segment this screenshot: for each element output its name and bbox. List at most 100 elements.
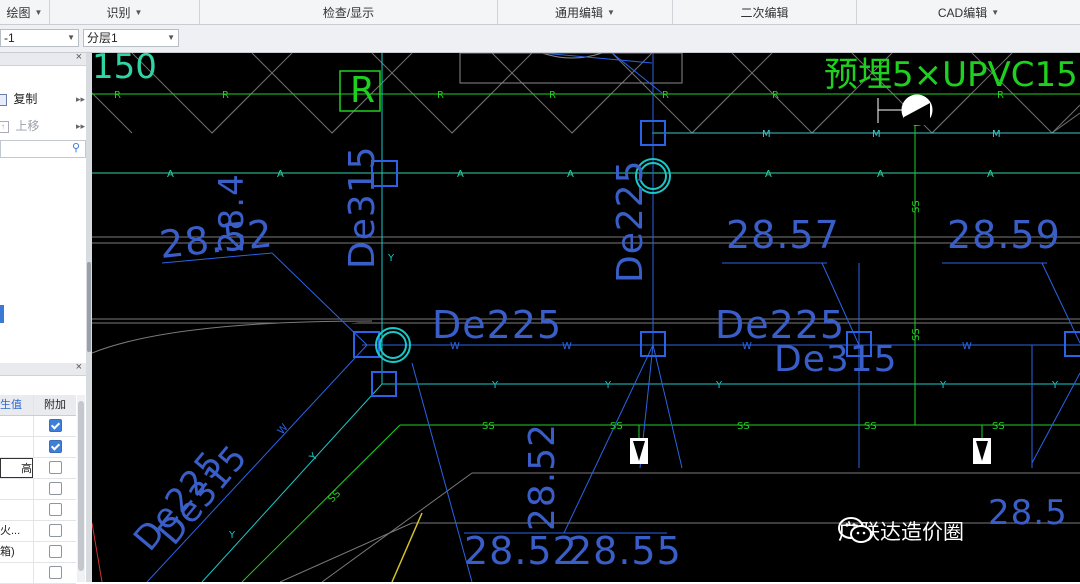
ribbon-cad-edit[interactable]: CAD编辑 ▼	[857, 0, 1080, 24]
cell-value[interactable]	[0, 500, 34, 520]
chevron-down-icon: ▼	[607, 7, 615, 17]
riser-lines	[271, 53, 1080, 582]
svg-text:Y: Y	[491, 380, 499, 391]
copy-button[interactable]: 复制 ▸▸	[0, 88, 88, 110]
svg-text:SS: SS	[482, 421, 495, 432]
ribbon-cad-edit-label: CAD编辑	[937, 5, 988, 20]
component-tree[interactable]	[0, 159, 87, 359]
cad-canvas[interactable]: R R R R R R R M M M A A A A A A A W W W …	[92, 53, 1080, 582]
ribbon-check-display[interactable]: 检查/显示	[200, 0, 498, 24]
search-input[interactable]: ⚲	[0, 140, 86, 158]
layer-select[interactable]: 分层1 ▼	[83, 29, 179, 47]
table-row[interactable]: 箱)	[0, 542, 76, 563]
svg-text:Y: Y	[307, 450, 321, 463]
property-table: 生值 附加 高 火... 箱)	[0, 395, 76, 584]
table-row[interactable]	[0, 500, 76, 521]
tree-selected-item[interactable]	[0, 305, 4, 323]
svg-text:SS: SS	[326, 488, 343, 505]
ribbon-bar: 绘图 ▼ 识别 ▼ 检查/显示 通用编辑 ▼ 二次编辑 CAD编辑 ▼	[0, 0, 1080, 25]
table-row[interactable]	[0, 437, 76, 458]
extra-checkbox[interactable]	[48, 523, 62, 537]
tree-scroll-thumb[interactable]	[87, 262, 91, 352]
svg-text:SS: SS	[911, 328, 922, 341]
svg-text:A: A	[567, 169, 574, 180]
ribbon-secondary-edit-label: 二次编辑	[740, 5, 789, 20]
svg-text:R: R	[662, 90, 669, 101]
ribbon-general-edit-label: 通用编辑	[555, 5, 604, 20]
svg-text:SS: SS	[911, 200, 922, 213]
de225-label: De225	[715, 303, 846, 347]
column-header-value: 生值	[0, 395, 34, 415]
more-icon: ▸▸	[75, 121, 85, 131]
floor-drain-icon	[973, 425, 991, 464]
props-panel-header: ×	[0, 361, 88, 376]
cell-value[interactable]	[0, 563, 34, 583]
de225-label: De225	[432, 303, 563, 347]
ribbon-secondary-edit[interactable]: 二次编辑	[673, 0, 857, 24]
svg-text:A: A	[987, 169, 994, 180]
move-up-icon: ↑	[0, 120, 9, 133]
r-symbol-label: R	[350, 70, 376, 111]
copy-icon	[0, 93, 7, 106]
floor-select[interactable]: -1 ▼	[0, 29, 79, 47]
chevron-down-icon: ▼	[991, 7, 1000, 17]
column-header-extra: 附加	[44, 399, 66, 411]
copy-label: 复制	[13, 92, 38, 106]
svg-text:SS: SS	[737, 421, 750, 432]
table-row[interactable]	[0, 479, 76, 500]
svg-text:SS: SS	[992, 421, 1005, 432]
extra-checkbox[interactable]	[48, 439, 62, 453]
svg-text:A: A	[765, 169, 772, 180]
dim-label-28-57: 28.57	[726, 213, 840, 257]
cell-value[interactable]: 火...	[0, 521, 34, 541]
close-icon[interactable]: ×	[76, 361, 82, 373]
svg-text:A: A	[877, 169, 884, 180]
selector-toolbar: -1 ▼ 分层1 ▼	[0, 25, 1080, 53]
move-up-button[interactable]: ↑ 上移 ▸▸	[0, 115, 88, 137]
ribbon-recognize[interactable]: 识别 ▼	[50, 0, 200, 24]
svg-text:A: A	[277, 169, 284, 180]
extra-checkbox[interactable]	[48, 418, 62, 432]
de225-label: De225	[610, 159, 651, 283]
extra-checkbox[interactable]	[48, 460, 62, 474]
layer-select-value: 分层1	[87, 31, 118, 45]
ribbon-general-edit[interactable]: 通用编辑 ▼	[498, 0, 673, 24]
extra-checkbox[interactable]	[48, 502, 62, 516]
table-row[interactable]: 高	[0, 458, 76, 479]
cell-value[interactable]	[0, 416, 34, 436]
svg-text:Y: Y	[604, 380, 612, 391]
ribbon-draw-label: 绘图	[6, 5, 31, 20]
ribbon-draw[interactable]: 绘图 ▼	[0, 0, 50, 24]
svg-text:R: R	[772, 90, 779, 101]
svg-text:M: M	[872, 129, 881, 140]
dim-label-28-5: 28.5	[988, 493, 1068, 533]
extra-checkbox[interactable]	[48, 565, 62, 579]
cad-drawing: R R R R R R R M M M A A A A A A A W W W …	[92, 53, 1080, 582]
watermark: 广联达造价圈	[838, 516, 964, 546]
search-icon[interactable]: ⚲	[72, 141, 80, 154]
dim-label-28-59: 28.59	[947, 213, 1061, 257]
chevron-down-icon: ▼	[134, 7, 143, 17]
table-row[interactable]	[0, 416, 76, 437]
panel-header: ×	[0, 51, 88, 66]
svg-text:W: W	[276, 422, 291, 437]
table-row[interactable]	[0, 563, 76, 584]
table-row[interactable]: 火...	[0, 521, 76, 542]
cell-value[interactable]	[0, 479, 34, 499]
props-scrollbar[interactable]	[77, 395, 85, 582]
svg-text:R: R	[222, 90, 229, 101]
close-icon[interactable]: ×	[76, 51, 82, 63]
de315-label: De315	[342, 145, 383, 269]
cell-value[interactable]	[0, 437, 34, 457]
extra-checkbox[interactable]	[48, 544, 62, 558]
letter-r: R	[114, 90, 121, 101]
cell-value[interactable]: 箱)	[0, 542, 34, 562]
dim-label-28-52-bottom: 28.52	[464, 529, 578, 573]
ribbon-check-display-label: 检查/显示	[322, 5, 375, 20]
cell-value[interactable]: 高	[0, 458, 33, 478]
svg-text:W: W	[562, 341, 572, 352]
chevron-down-icon: ▼	[167, 33, 175, 42]
props-scroll-thumb[interactable]	[78, 401, 84, 571]
svg-text:SS: SS	[610, 421, 623, 432]
extra-checkbox[interactable]	[48, 481, 62, 495]
